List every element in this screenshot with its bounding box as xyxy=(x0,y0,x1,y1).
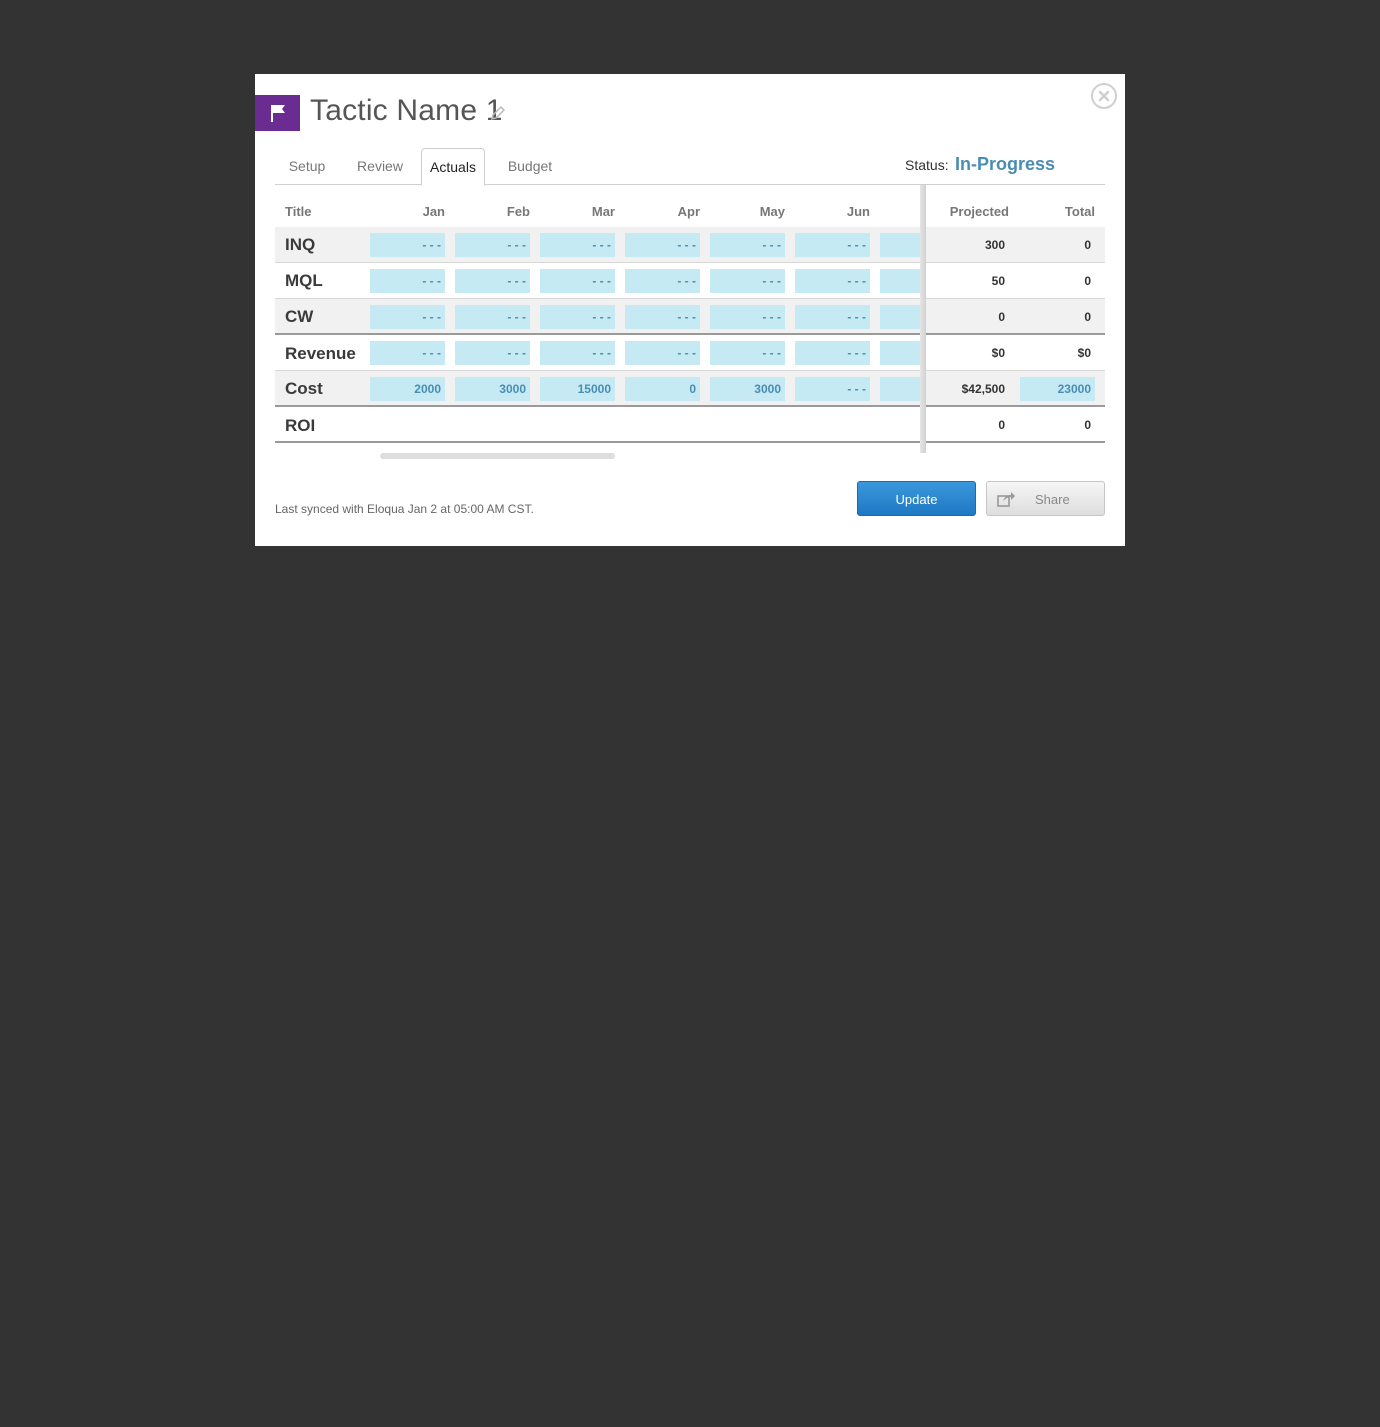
month-cell[interactable]: - - - xyxy=(540,305,615,329)
status-value: In-Progress xyxy=(955,154,1056,174)
total-cost-input[interactable]: 23000 xyxy=(1020,377,1095,401)
month-cell-partial[interactable] xyxy=(880,233,925,257)
month-cell[interactable]: - - - xyxy=(795,269,870,293)
total-value: $0 xyxy=(1077,346,1091,360)
month-cell[interactable]: - - - xyxy=(370,341,445,365)
month-cell-partial[interactable] xyxy=(880,341,925,365)
month-cell[interactable]: - - - xyxy=(455,233,530,257)
month-cell-partial[interactable] xyxy=(880,305,925,329)
month-cell[interactable]: - - - xyxy=(540,341,615,365)
projected-value: 50 xyxy=(991,274,1005,288)
status-label: Status: xyxy=(905,157,949,173)
month-cell[interactable]: - - - xyxy=(710,341,785,365)
row-title: INQ xyxy=(285,235,316,254)
table-row: CW - - - - - - - - - - - - - - - - - - 0… xyxy=(275,299,1105,335)
total-value: 0 xyxy=(1084,274,1091,288)
total-value: 0 xyxy=(1084,238,1091,252)
tab-setup[interactable]: Setup xyxy=(275,148,339,185)
month-cell[interactable]: - - - xyxy=(795,377,870,401)
projected-value: $42,500 xyxy=(961,382,1005,396)
month-cell[interactable]: - - - xyxy=(540,233,615,257)
tab-review[interactable]: Review xyxy=(349,148,411,185)
month-cell[interactable]: - - - xyxy=(795,233,870,257)
column-header-jan: Jan xyxy=(422,204,445,219)
table-row: Cost 2000 3000 15000 0 3000 - - - $42,50… xyxy=(275,371,1105,407)
close-button[interactable] xyxy=(1091,83,1117,109)
share-icon xyxy=(997,492,1015,507)
month-cell[interactable]: - - - xyxy=(540,269,615,293)
actuals-grid: Title Jan Feb Mar Apr May Jun Projected … xyxy=(275,185,1105,459)
total-value: 0 xyxy=(1084,418,1091,432)
table-row: Revenue - - - - - - - - - - - - - - - - … xyxy=(275,336,1105,371)
column-header-may: May xyxy=(759,204,785,219)
month-cell[interactable]: 3000 xyxy=(710,377,785,401)
table-row: INQ - - - - - - - - - - - - - - - - - - … xyxy=(275,227,1105,263)
close-icon xyxy=(1098,90,1110,102)
share-label: Share xyxy=(1035,492,1070,507)
tab-actuals[interactable]: Actuals xyxy=(421,148,485,186)
month-cell[interactable]: - - - xyxy=(370,305,445,329)
table-row: ROI 0 0 xyxy=(275,408,1105,443)
month-cell[interactable]: - - - xyxy=(455,341,530,365)
column-header-feb: Feb xyxy=(506,204,530,219)
tactic-title: Tactic Name 1 xyxy=(310,94,503,127)
month-cell[interactable]: 3000 xyxy=(455,377,530,401)
flag-icon xyxy=(270,105,285,122)
row-title: MQL xyxy=(285,271,323,290)
projected-value: 0 xyxy=(998,418,1005,432)
tab-bar: Setup Review Actuals Budget Status: In-P… xyxy=(275,148,1105,186)
flag-badge xyxy=(255,95,300,131)
row-title: CW xyxy=(285,307,314,326)
pencil-icon[interactable] xyxy=(489,104,507,122)
tactic-modal: Tactic Name 1 Setup Review Actuals Budge… xyxy=(255,74,1125,546)
month-cell[interactable]: - - - xyxy=(455,305,530,329)
column-header-mar: Mar xyxy=(591,204,615,219)
month-cell-partial[interactable] xyxy=(880,377,925,401)
frozen-column-divider xyxy=(920,185,926,453)
month-cell[interactable]: - - - xyxy=(795,305,870,329)
month-cell[interactable]: 0 xyxy=(625,377,700,401)
column-header-jun: Jun xyxy=(846,204,870,219)
horizontal-scrollbar[interactable] xyxy=(380,453,615,459)
month-cell[interactable]: - - - xyxy=(370,233,445,257)
projected-value: $0 xyxy=(991,346,1005,360)
month-cell[interactable]: - - - xyxy=(710,233,785,257)
update-button[interactable]: Update xyxy=(857,481,976,516)
month-cell[interactable]: - - - xyxy=(710,305,785,329)
month-cell[interactable]: 15000 xyxy=(540,377,615,401)
month-cell[interactable]: - - - xyxy=(370,269,445,293)
month-cell-partial[interactable] xyxy=(880,269,925,293)
month-cell[interactable]: - - - xyxy=(710,269,785,293)
month-cell[interactable]: - - - xyxy=(455,269,530,293)
column-header-title: Title xyxy=(285,204,312,219)
column-header-total: Total xyxy=(1064,204,1095,219)
month-cell[interactable]: - - - xyxy=(625,341,700,365)
tab-budget[interactable]: Budget xyxy=(499,148,561,185)
row-title: ROI xyxy=(285,416,316,435)
month-cell[interactable]: - - - xyxy=(625,269,700,293)
projected-value: 300 xyxy=(984,238,1005,252)
month-cell[interactable]: - - - xyxy=(625,233,700,257)
table-row: MQL - - - - - - - - - - - - - - - - - - … xyxy=(275,263,1105,299)
column-header-apr: Apr xyxy=(677,204,700,219)
total-value: 0 xyxy=(1084,310,1091,324)
projected-value: 0 xyxy=(998,310,1005,324)
month-cell[interactable]: - - - xyxy=(625,305,700,329)
row-title: Cost xyxy=(285,379,323,398)
month-cell[interactable]: - - - xyxy=(795,341,870,365)
month-cell[interactable]: 2000 xyxy=(370,377,445,401)
sync-status-text: Last synced with Eloqua Jan 2 at 05:00 A… xyxy=(275,502,534,516)
column-header-projected: Projected xyxy=(949,204,1009,219)
share-button[interactable]: Share xyxy=(986,481,1105,516)
row-title: Revenue xyxy=(285,344,356,363)
